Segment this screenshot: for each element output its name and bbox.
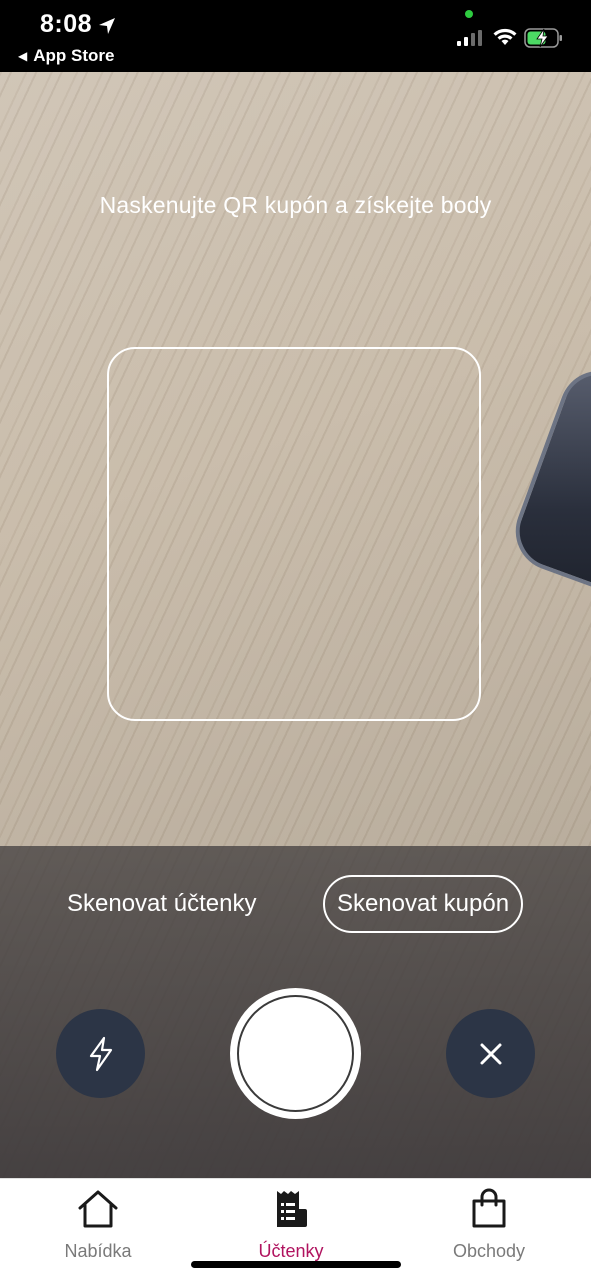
flash-toggle-button[interactable] bbox=[56, 1009, 145, 1098]
scanner-control-panel: Skenovat účtenky Skenovat kupón bbox=[0, 846, 591, 1178]
wifi-icon bbox=[493, 28, 517, 45]
tab-obchody-label: Obchody bbox=[452, 1241, 526, 1261]
capture-shutter-button[interactable] bbox=[230, 988, 361, 1119]
tab-nabidka[interactable]: Nabídka bbox=[28, 1187, 168, 1267]
background-phone-object bbox=[504, 359, 591, 613]
scan-instruction-text: Naskenujte QR kupón a získejte body bbox=[99, 192, 492, 218]
back-caret-icon: ◀ bbox=[18, 49, 28, 63]
home-icon bbox=[78, 1190, 118, 1228]
battery-charging-icon bbox=[524, 28, 562, 48]
camera-in-use-indicator bbox=[465, 10, 473, 18]
back-to-app-store-link[interactable]: ◀ App Store bbox=[18, 46, 114, 66]
tab-uctenky-label: Účtenky bbox=[258, 1241, 324, 1261]
status-bar: 8:08 ◀ App Store bbox=[0, 0, 591, 72]
tab-uctenky[interactable]: Účtenky bbox=[221, 1187, 361, 1267]
close-icon bbox=[480, 1043, 501, 1064]
back-app-label: App Store bbox=[33, 46, 115, 65]
cellular-signal-icon bbox=[457, 30, 482, 46]
receipt-icon bbox=[277, 1191, 307, 1227]
location-arrow-icon bbox=[99, 18, 115, 34]
tab-nabidka-label: Nabídka bbox=[64, 1241, 132, 1261]
scan-receipts-mode-button[interactable]: Skenovat účtenky bbox=[67, 890, 256, 918]
status-time: 8:08 bbox=[40, 10, 93, 38]
home-indicator[interactable] bbox=[191, 1261, 401, 1268]
lightning-icon bbox=[89, 1036, 112, 1071]
shopping-bag-icon bbox=[472, 1188, 506, 1228]
qr-scan-frame bbox=[107, 347, 481, 721]
close-scanner-button[interactable] bbox=[446, 1009, 535, 1098]
scan-coupon-mode-button[interactable]: Skenovat kupón bbox=[323, 875, 523, 933]
shutter-inner-ring bbox=[237, 995, 354, 1112]
tab-obchody[interactable]: Obchody bbox=[419, 1187, 559, 1267]
